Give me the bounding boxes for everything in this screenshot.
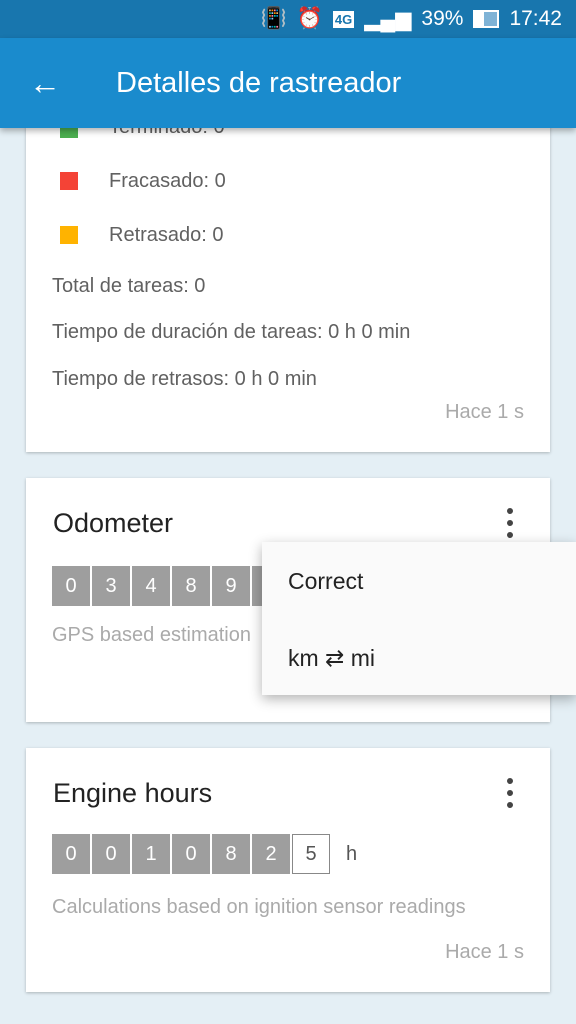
engine-hours-title: Engine hours	[53, 778, 213, 808]
odometer-digits: 0 3 4 8 9	[52, 566, 290, 606]
menu-item-unit-switch[interactable]: km ⇄ mi	[288, 645, 375, 672]
more-vert-icon[interactable]	[500, 508, 520, 538]
digit: 3	[92, 566, 130, 606]
battery-icon	[473, 10, 500, 28]
digit: 4	[132, 566, 170, 606]
updated-time: Hace 1 s	[445, 401, 524, 423]
digit: 0	[52, 834, 90, 874]
digit: 1	[132, 834, 170, 874]
page-title: Detalles de rastreador	[116, 66, 402, 99]
digit: 8	[172, 566, 210, 606]
total-tasks: Total de tareas: 0	[52, 275, 206, 297]
digit: 0	[92, 834, 130, 874]
status-delayed: Retrasado: 0	[109, 224, 224, 246]
digit: 0	[172, 834, 210, 874]
digit-fraction: 5	[292, 834, 330, 874]
digit: 2	[252, 834, 290, 874]
arrow-left-icon[interactable]: ←	[0, 65, 90, 102]
unit-label: h	[346, 842, 358, 865]
status-color-yellow	[60, 226, 78, 244]
menu-item-correct[interactable]: Correct	[288, 568, 363, 595]
overflow-menu: Correct km ⇄ mi	[262, 542, 576, 695]
task-duration: Tiempo de duración de tareas: 0 h 0 min	[52, 321, 411, 343]
tasks-card: Terminado: 0 Fracasado: 0 Retrasado: 0 T…	[26, 100, 550, 452]
app-bar: ← Detalles de rastreador	[0, 38, 576, 128]
digit: 0	[52, 566, 90, 606]
odometer-title: Odometer	[53, 508, 174, 538]
delay-time: Tiempo de retrasos: 0 h 0 min	[52, 368, 317, 390]
battery-percent: 39%	[421, 7, 464, 30]
signal-icon: ▂▄▆	[364, 7, 412, 31]
vibrate-icon: 📳	[260, 7, 287, 30]
alarm-icon: ⏰	[296, 7, 323, 30]
status-failed: Fracasado: 0	[109, 170, 226, 192]
digit: 8	[212, 834, 250, 874]
engine-hours-card: Engine hours 0 0 1 0 8 2 5 h Calculation…	[26, 748, 550, 992]
status-color-red	[60, 172, 78, 190]
engine-hours-description: Calculations based on ignition sensor re…	[52, 896, 466, 918]
status-bar: 📳 ⏰ 4G ▂▄▆ 39% 17:42	[0, 0, 576, 38]
odometer-description: GPS based estimation	[52, 624, 251, 646]
digit: 9	[212, 566, 250, 606]
updated-time: Hace 1 s	[445, 941, 524, 963]
engine-hours-digits: 0 0 1 0 8 2 5 h	[52, 834, 357, 874]
network-4g-icon: 4G	[332, 10, 355, 28]
clock: 17:42	[509, 7, 562, 30]
more-vert-icon[interactable]	[500, 778, 520, 808]
